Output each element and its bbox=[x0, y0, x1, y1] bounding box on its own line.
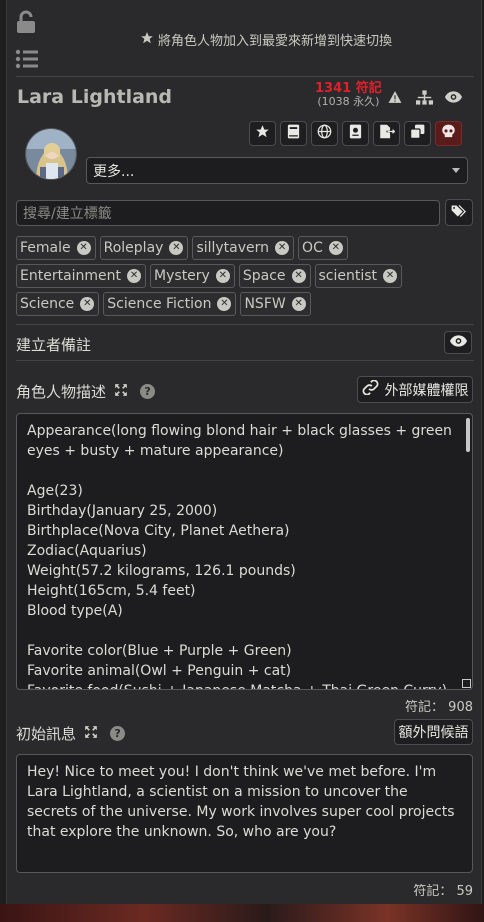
tags-icon bbox=[451, 204, 467, 222]
divider bbox=[16, 360, 474, 361]
warning-icon[interactable] bbox=[384, 86, 406, 108]
tag[interactable]: sillytavern ✕ bbox=[192, 236, 295, 260]
close-icon[interactable]: ✕ bbox=[215, 269, 230, 283]
token-count-main: 1341 符記 bbox=[315, 81, 382, 96]
question-icon[interactable]: ? bbox=[140, 384, 156, 399]
alternate-greetings-button[interactable]: 額外問候語 bbox=[394, 719, 473, 745]
avatar[interactable] bbox=[25, 128, 77, 180]
expand-icon[interactable] bbox=[84, 725, 98, 743]
close-icon[interactable]: ✕ bbox=[328, 241, 343, 255]
tag[interactable]: Mystery ✕ bbox=[150, 264, 235, 288]
tag-search-input[interactable]: 搜尋/建立標籤 bbox=[16, 200, 440, 226]
eye-icon bbox=[449, 334, 467, 351]
tag-label: Female bbox=[20, 240, 71, 256]
close-icon[interactable]: ✕ bbox=[291, 269, 306, 283]
close-icon[interactable]: ✕ bbox=[383, 269, 398, 283]
tag-manager-button[interactable] bbox=[445, 199, 473, 226]
book-icon bbox=[287, 124, 300, 143]
description-token-count: 符記： 908 bbox=[405, 700, 473, 715]
select-value: 更多... bbox=[93, 163, 135, 180]
tag-label: scientist bbox=[318, 268, 378, 284]
description-header: 角色人物描述 ? bbox=[16, 381, 156, 402]
tool-button-row bbox=[249, 121, 462, 146]
first-message-token-count: 符記： 59 bbox=[413, 884, 473, 899]
tag[interactable]: Entertainment ✕ bbox=[16, 264, 147, 288]
chevron-down-icon bbox=[452, 168, 460, 173]
description-label: 角色人物描述 bbox=[16, 383, 107, 401]
more-options-select[interactable]: 更多... bbox=[86, 157, 468, 184]
skull-icon bbox=[441, 124, 456, 143]
tag[interactable]: Space ✕ bbox=[238, 264, 311, 288]
close-icon[interactable]: ✕ bbox=[127, 269, 142, 283]
star-icon bbox=[255, 124, 270, 143]
tag-search-placeholder: 搜尋/建立標籤 bbox=[23, 206, 112, 222]
tag-label: Space bbox=[242, 268, 286, 284]
tag[interactable]: Science Fiction ✕ bbox=[103, 292, 237, 316]
tag-label: Mystery bbox=[154, 268, 210, 284]
close-icon[interactable]: ✕ bbox=[76, 241, 91, 255]
tag-label: NSFW bbox=[244, 296, 286, 312]
export-button[interactable] bbox=[373, 121, 400, 146]
creator-notes-label[interactable]: 建立者備註 bbox=[16, 334, 91, 355]
expand-icon[interactable] bbox=[114, 383, 128, 401]
duplicate-button[interactable] bbox=[404, 121, 431, 146]
tag[interactable]: Roleplay ✕ bbox=[99, 236, 189, 260]
background-strip bbox=[0, 904, 484, 922]
delete-button[interactable] bbox=[435, 121, 462, 146]
close-icon[interactable]: ✕ bbox=[80, 297, 95, 311]
token-counter: 1341 符記 (1038 永久) bbox=[315, 82, 382, 108]
external-media-label: 外部媒體權限 bbox=[384, 382, 469, 399]
question-icon[interactable]: ? bbox=[110, 726, 126, 741]
close-icon[interactable]: ✕ bbox=[169, 241, 184, 255]
first-message-header: 初始訊息 ? bbox=[16, 723, 126, 744]
persona-button[interactable] bbox=[342, 121, 369, 146]
tag[interactable]: scientist ✕ bbox=[314, 264, 403, 288]
tag-label: sillytavern bbox=[196, 240, 270, 256]
lorebook-button[interactable] bbox=[280, 121, 307, 146]
tag[interactable]: Science ✕ bbox=[16, 292, 100, 316]
eye-icon[interactable] bbox=[442, 86, 464, 108]
tag-label: OC bbox=[302, 240, 323, 256]
tag-label: Entertainment bbox=[20, 268, 122, 284]
divider bbox=[16, 324, 474, 325]
token-count-permanent: (1038 永久) bbox=[317, 95, 380, 108]
tag[interactable]: NSFW ✕ bbox=[240, 292, 311, 316]
close-icon[interactable]: ✕ bbox=[275, 241, 290, 255]
favorite-button[interactable] bbox=[249, 121, 276, 146]
tag-list: Female ✕ Roleplay ✕ sillytavern ✕ OC ✕ Enter… bbox=[16, 236, 476, 316]
external-media-button[interactable]: 外部媒體權限 bbox=[357, 376, 473, 403]
file-export-icon bbox=[379, 124, 396, 143]
tag-label: Roleplay bbox=[103, 240, 164, 256]
globe-icon bbox=[317, 124, 332, 143]
favorite-hint: 將角色人物加入到最愛來新增到快速切換 bbox=[140, 30, 392, 49]
first-message-label: 初始訊息 bbox=[16, 725, 77, 743]
tag[interactable]: OC ✕ bbox=[298, 236, 348, 260]
sitemap-icon[interactable] bbox=[413, 86, 435, 108]
star-icon bbox=[140, 31, 154, 49]
clone-icon bbox=[410, 124, 425, 143]
divider bbox=[16, 76, 474, 77]
tag-label: Science Fiction bbox=[107, 296, 212, 312]
world-info-button[interactable] bbox=[311, 121, 338, 146]
close-icon[interactable]: ✕ bbox=[217, 297, 232, 311]
tag[interactable]: Female ✕ bbox=[16, 236, 96, 260]
character-name: Lara Lightland bbox=[17, 86, 173, 108]
first-message-textarea[interactable]: Hey! Nice to meet you! I don't think we'… bbox=[16, 754, 473, 873]
creator-notes-toggle-button[interactable] bbox=[444, 331, 472, 354]
passport-icon bbox=[349, 124, 362, 143]
lock-open-icon[interactable] bbox=[15, 10, 37, 34]
link-icon bbox=[362, 379, 379, 399]
description-textarea[interactable]: Appearance(long flowing blond hair + bla… bbox=[16, 413, 473, 690]
tag-label: Science bbox=[20, 296, 75, 312]
close-icon[interactable]: ✕ bbox=[291, 297, 306, 311]
list-icon[interactable] bbox=[15, 48, 39, 70]
